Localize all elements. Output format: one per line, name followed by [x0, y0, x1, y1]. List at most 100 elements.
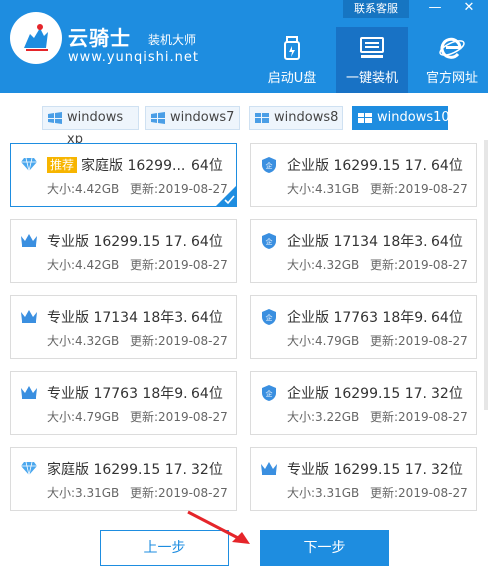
system-size: 大小:3.31GB: [47, 486, 120, 500]
windows-flag-icon: [48, 112, 62, 124]
system-card[interactable]: 企 企业版 16299.15 17... 32位大小:3.22GB 更新:2019-0…: [250, 371, 477, 435]
tab-windows8-label: windows8: [274, 110, 339, 125]
system-size: 大小:4.32GB: [287, 258, 360, 272]
system-size: 大小:3.22GB: [287, 410, 360, 424]
tab-windows-xp[interactable]: windows xp: [42, 106, 139, 147]
system-name: 专业版 17134 18年3...: [47, 307, 187, 327]
system-name-text: 企业版 17763 18年9...: [287, 310, 427, 326]
install-icon: [360, 37, 384, 58]
system-bits: 64位: [191, 310, 223, 326]
system-card[interactable]: 专业版 17134 18年3... 64位 大小:4.32GB 更新:2019-08-…: [10, 295, 237, 359]
brand-subtitle: 装机大师: [148, 33, 197, 47]
system-name: 企业版 16299.15 17...: [287, 155, 427, 175]
system-bits: 64位: [431, 234, 463, 250]
system-name-text: 专业版 16299.15 17...: [287, 462, 427, 478]
diamond-icon: [20, 156, 38, 172]
system-update-date: 更新:2019-08-27: [370, 182, 468, 196]
system-name-text: 企业版 17134 18年3...: [287, 234, 427, 250]
system-bits: 64位: [431, 158, 463, 174]
contact-support-button[interactable]: 联系客服: [343, 0, 409, 18]
system-update-date: 更新:2019-08-27: [370, 410, 468, 424]
system-update-date: 更新:2019-08-27: [370, 486, 468, 500]
system-bits: 32位: [431, 386, 463, 402]
system-bits: 32位: [431, 462, 463, 478]
system-name-text: 企业版 16299.15 17...: [287, 386, 427, 402]
system-name-text: 家庭版 16299...: [81, 158, 186, 174]
svg-text:企: 企: [266, 237, 273, 246]
system-size: 大小:3.31GB: [287, 486, 360, 500]
tab-windows10-label: windows10: [377, 110, 450, 125]
system-card[interactable]: 专业版 16299.15 17... 32位大小:3.31GB 更新:2019-08…: [250, 447, 477, 511]
nav-one-click-install[interactable]: 一键装机: [336, 27, 408, 93]
system-bits: 64位: [191, 158, 223, 174]
tab-windows8[interactable]: windows8: [249, 106, 343, 130]
nav-usb-boot[interactable]: 启动U盘: [256, 27, 328, 93]
enterprise-shield-icon: 企: [260, 232, 278, 249]
red-arrow-annotation: [187, 510, 250, 544]
system-size: 大小:4.31GB: [287, 182, 360, 196]
system-card[interactable]: 推荐 家庭版 16299... 64位 大小:4.42GB 更新:2019-08-27: [10, 143, 237, 207]
system-card[interactable]: 企 企业版 17134 18年3... 64位大小:4.32GB 更新:2019-08…: [250, 219, 477, 283]
crown-icon: [20, 308, 38, 324]
os-version-tabs: windows xp windows7 windows8 windows10: [0, 106, 488, 147]
system-update-date: 更新:2019-08-27: [370, 258, 468, 272]
system-card[interactable]: 专业版 16299.15 17... 64位大小:4.42GB 更新:2019-08…: [10, 219, 237, 283]
tab-windows7[interactable]: windows7: [145, 106, 240, 130]
system-update-date: 更新:2019-08-27: [370, 334, 468, 348]
system-bits: 64位: [191, 234, 223, 250]
close-button[interactable]: ✕: [460, 0, 478, 18]
enterprise-shield-icon: 企: [260, 384, 278, 401]
system-size: 大小:4.42GB: [47, 182, 120, 196]
system-update-date: 更新:2019-08-27: [130, 258, 228, 272]
system-name: 企业版 17763 18年9...: [287, 307, 427, 327]
system-name-text: 专业版 17134 18年3...: [47, 310, 187, 326]
crown-icon: [260, 460, 278, 476]
system-size: 大小:4.42GB: [47, 258, 120, 272]
windows-flag-icon: [151, 112, 165, 124]
diamond-icon: [20, 460, 38, 476]
system-name: 推荐 家庭版 16299...: [47, 155, 187, 175]
enterprise-shield-icon: 企: [260, 308, 278, 325]
system-update-date: 更新:2019-08-27: [130, 486, 228, 500]
tab-windows10[interactable]: windows10: [352, 106, 450, 130]
enterprise-shield-icon: 企: [260, 156, 278, 173]
svg-text:企: 企: [266, 313, 273, 322]
windows-logo-icon: [255, 113, 269, 123]
system-name-text: 专业版 17763 18年9...: [47, 386, 187, 402]
windows-logo-icon: [358, 113, 372, 123]
system-bits: 64位: [431, 310, 463, 326]
system-name-text: 专业版 16299.15 17...: [47, 234, 187, 250]
system-bits: 32位: [191, 462, 223, 478]
nav-one-click-install-label: 一键装机: [345, 71, 398, 86]
system-name: 专业版 17763 18年9...: [47, 383, 187, 403]
minimize-button[interactable]: —: [426, 0, 444, 18]
svg-text:企: 企: [266, 161, 273, 170]
recommended-badge: 推荐: [47, 157, 78, 173]
tab-windows7-label: windows7: [170, 110, 235, 125]
system-bits: 64位: [191, 386, 223, 402]
system-name: 专业版 16299.15 17...: [47, 231, 187, 251]
system-name: 企业版 17134 18年3...: [287, 231, 427, 251]
nav-official-site[interactable]: 官方网址: [416, 27, 488, 93]
scrollbar[interactable]: [484, 140, 488, 410]
system-update-date: 更新:2019-08-27: [130, 182, 228, 196]
system-size: 大小:4.79GB: [287, 334, 360, 348]
crown-icon: [20, 384, 38, 400]
system-card[interactable]: 专业版 17763 18年9... 64位 大小:4.79GB 更新:2019-08-…: [10, 371, 237, 435]
svg-text:企: 企: [266, 389, 273, 398]
system-name: 企业版 16299.15 17...: [287, 383, 427, 403]
system-size: 大小:4.79GB: [47, 410, 120, 424]
brand-url: www.yunqishi.net: [68, 50, 199, 65]
nav-usb-boot-label: 启动U盘: [267, 71, 317, 86]
next-step-button[interactable]: 下一步: [260, 530, 389, 566]
nav-official-site-label: 官方网址: [425, 71, 478, 86]
system-card[interactable]: 企 企业版 17763 18年9... 64位大小:4.79GB 更新:2019-08…: [250, 295, 477, 359]
usb-drive-icon: [284, 36, 300, 60]
selected-check-icon: [215, 185, 237, 207]
system-name-text: 企业版 16299.15 17...: [287, 158, 427, 174]
system-name-text: 家庭版 16299.15 17...: [47, 462, 187, 478]
system-card[interactable]: 企 企业版 16299.15 17... 64位大小:4.31GB 更新:2019-0…: [250, 143, 477, 207]
app-header: 云骑士 装机大师 www.yunqishi.net 联系客服 — ✕ 启动U盘 …: [0, 0, 488, 93]
system-card[interactable]: 家庭版 16299.15 17... 32位大小:3.31GB 更新:2019-08…: [10, 447, 237, 511]
ie-browser-icon: [439, 37, 465, 59]
